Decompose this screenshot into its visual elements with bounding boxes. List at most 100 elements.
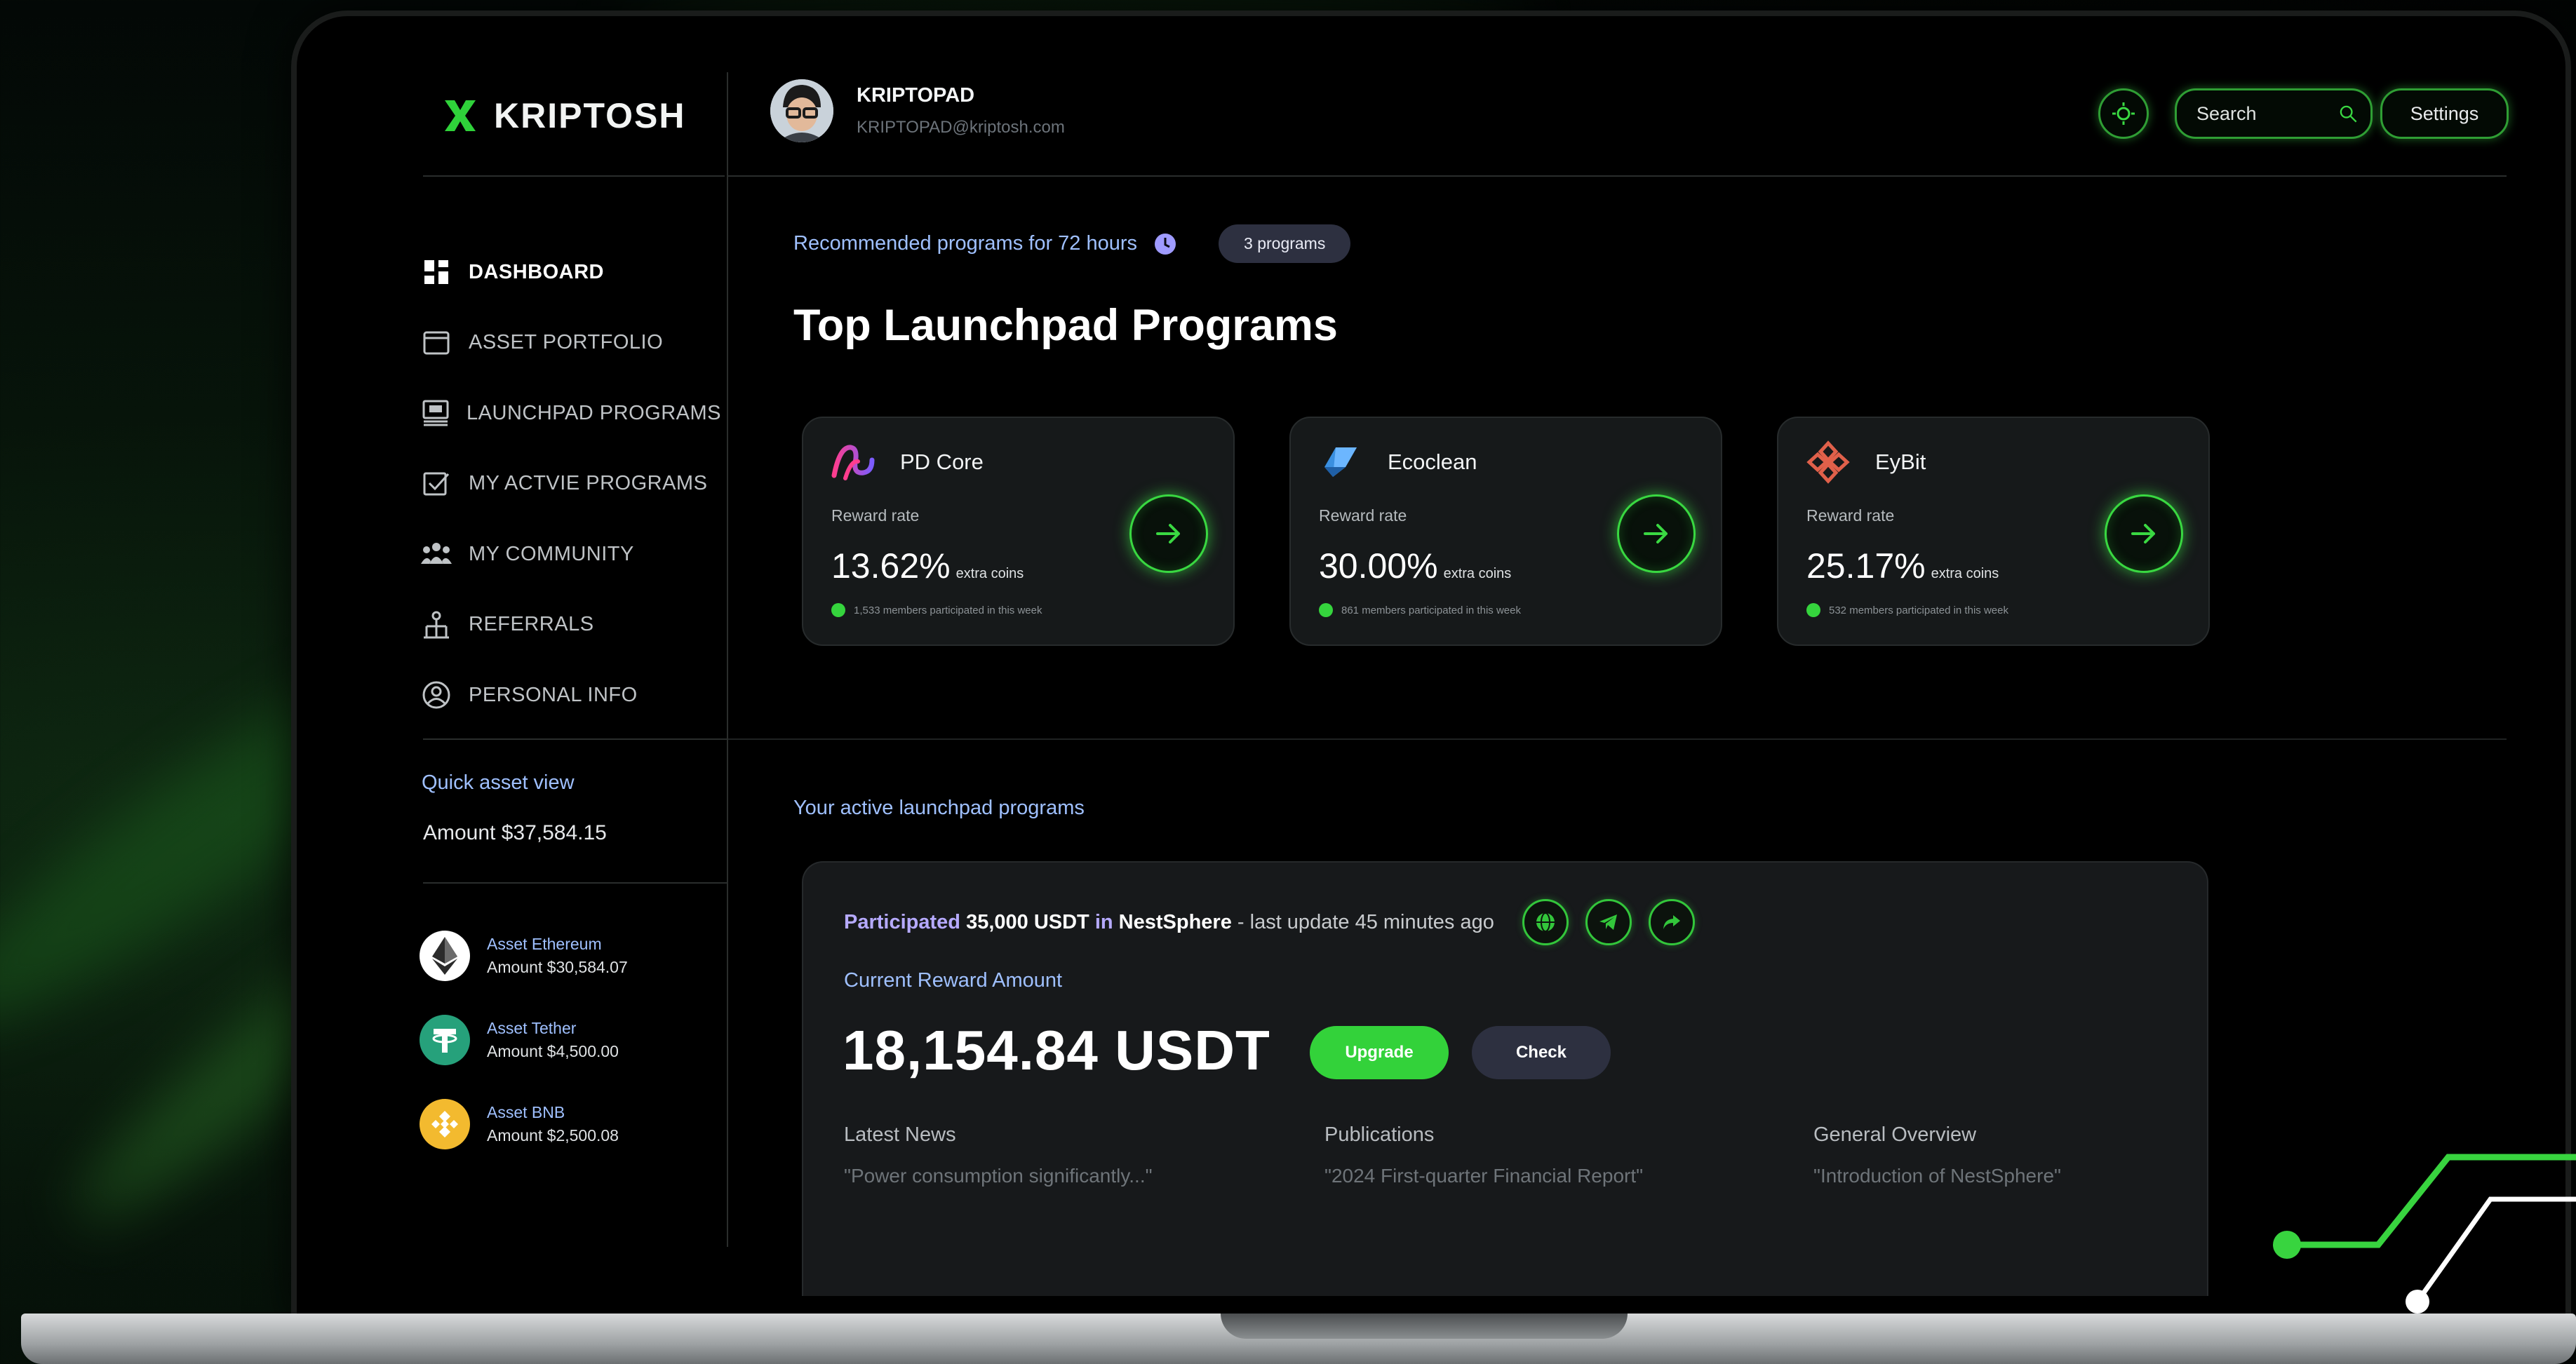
community-icon bbox=[421, 539, 452, 569]
sidebar-item-my-community[interactable]: MY COMMUNITY bbox=[420, 519, 721, 590]
laptop-frame: KRIPTOSH DASHBOARD ASSET PORTFOLIO LAUNC… bbox=[291, 11, 2571, 1322]
asset-name: Asset BNB bbox=[487, 1103, 565, 1121]
eybit-logo-icon bbox=[1806, 440, 1850, 484]
search-icon[interactable] bbox=[2338, 101, 2358, 126]
search-input[interactable] bbox=[2195, 102, 2338, 126]
reward-rate-value: 30.00% extra coins bbox=[1319, 546, 1512, 586]
arrow-right-icon bbox=[2131, 524, 2155, 543]
settings-button[interactable]: Settings bbox=[2380, 88, 2509, 139]
status-dot bbox=[831, 603, 845, 617]
asset-name: Asset Tether bbox=[487, 1019, 577, 1037]
members-note: 532 members participated in this week bbox=[1806, 603, 2008, 617]
user-name: KRIPTOPAD bbox=[857, 84, 975, 107]
check-button[interactable]: Check bbox=[1472, 1026, 1611, 1079]
brand-name: KRIPTOSH bbox=[494, 96, 686, 135]
sidebar-item-launchpad-programs[interactable]: LAUNCHPAD PROGRAMS bbox=[420, 378, 721, 449]
avatar[interactable] bbox=[770, 79, 833, 142]
sidebar-item-label: MY ACTVIE PROGRAMS bbox=[469, 472, 708, 495]
divider bbox=[423, 175, 725, 177]
asset-amount: Amount $4,500.00 bbox=[487, 1042, 619, 1060]
members-note: 1,533 members participated in this week bbox=[831, 603, 1042, 617]
section-divider bbox=[728, 738, 2507, 740]
asset-name: Asset Ethereum bbox=[487, 935, 602, 953]
publications-heading: Publications bbox=[1324, 1123, 1435, 1146]
clock-icon bbox=[1155, 233, 1176, 255]
sidebar-item-label: MY COMMUNITY bbox=[469, 542, 634, 565]
sun-icon bbox=[2112, 102, 2135, 125]
brand-logo[interactable]: KRIPTOSH bbox=[441, 95, 685, 136]
active-programs-title: Your active launchpad programs bbox=[793, 797, 1085, 819]
divider bbox=[423, 738, 727, 740]
sidebar-item-label: PERSONAL INFO bbox=[469, 683, 638, 706]
ethereum-icon bbox=[420, 931, 470, 981]
publications-column: Publications "2024 First-quarter Financi… bbox=[1324, 1123, 1643, 1187]
user-email: KRIPTOPAD@kriptosh.com bbox=[857, 118, 1065, 137]
user-icon bbox=[421, 680, 452, 710]
laptop-notch bbox=[1221, 1314, 1628, 1339]
app-screen: KRIPTOSH DASHBOARD ASSET PORTFOLIO LAUNC… bbox=[6, 6, 2576, 1317]
sidebar-item-referrals[interactable]: REFERRALS bbox=[420, 590, 721, 661]
header-divider bbox=[728, 175, 2507, 177]
asset-item-bnb[interactable]: Asset BNB Amount $2,500.08 bbox=[420, 1082, 628, 1166]
current-reward-amount: 18,154.84 USDT bbox=[843, 1019, 1270, 1081]
latest-news-column: Latest News "Power consumption significa… bbox=[844, 1123, 1153, 1187]
asset-amount: Amount $2,500.08 bbox=[487, 1126, 619, 1144]
latest-news-heading: Latest News bbox=[844, 1123, 956, 1146]
checkbox-icon bbox=[421, 468, 452, 499]
reward-rate-label: Reward rate bbox=[1806, 506, 1895, 525]
sidebar-divider bbox=[727, 72, 728, 1247]
publication-link[interactable]: "2024 First-quarter Financial Report" bbox=[1324, 1165, 1643, 1187]
quick-asset-amount: Amount $37,584.15 bbox=[423, 821, 607, 844]
sidebar-item-my-active-programs[interactable]: MY ACTVIE PROGRAMS bbox=[420, 449, 721, 520]
share-icon bbox=[1663, 915, 1680, 929]
portfolio-icon bbox=[421, 328, 452, 358]
sidebar-item-label: REFERRALS bbox=[469, 613, 594, 636]
latest-news-link[interactable]: "Power consumption significantly..." bbox=[844, 1165, 1153, 1187]
share-button[interactable] bbox=[1648, 899, 1695, 945]
program-cards: PD Core Reward rate 13.62% extra coins 1,… bbox=[802, 417, 2210, 646]
search-box[interactable] bbox=[2175, 88, 2373, 139]
asset-item-tether[interactable]: Asset Tether Amount $4,500.00 bbox=[420, 998, 628, 1082]
upgrade-button[interactable]: Upgrade bbox=[1310, 1026, 1449, 1079]
sidebar-item-asset-portfolio[interactable]: ASSET PORTFOLIO bbox=[420, 308, 721, 379]
recommended-text: Recommended programs for 72 hours bbox=[793, 232, 1138, 255]
sidebar-item-label: DASHBOARD bbox=[469, 260, 604, 283]
asset-list: Asset Ethereum Amount $30,584.07 Asset T… bbox=[420, 914, 628, 1166]
dashboard-icon bbox=[421, 257, 452, 288]
quick-asset-title[interactable]: Quick asset view bbox=[422, 771, 575, 795]
referrals-icon bbox=[421, 609, 452, 640]
current-reward-label: Current Reward Amount bbox=[844, 969, 1063, 992]
ecoclean-logo-icon bbox=[1324, 447, 1357, 477]
website-button[interactable] bbox=[1522, 899, 1569, 945]
reward-rate-label: Reward rate bbox=[1319, 506, 1407, 525]
telegram-icon bbox=[1599, 914, 1617, 930]
open-program-button[interactable] bbox=[2105, 494, 2183, 573]
open-program-button[interactable] bbox=[1129, 494, 1208, 573]
overview-column: General Overview "Introduction of NestSp… bbox=[1813, 1123, 2061, 1187]
asset-amount: Amount $30,584.07 bbox=[487, 958, 628, 976]
sidebar-item-label: LAUNCHPAD PROGRAMS bbox=[467, 401, 721, 424]
programs-count-badge[interactable]: 3 programs bbox=[1219, 224, 1351, 263]
active-program-card: Participated 35,000 USDT in NestSphere -… bbox=[802, 861, 2208, 1296]
sidebar-item-dashboard[interactable]: DASHBOARD bbox=[420, 237, 721, 308]
project-links bbox=[1522, 899, 1695, 945]
theme-toggle-button[interactable] bbox=[2098, 88, 2149, 139]
program-card-ecoclean[interactable]: Ecoclean Reward rate 30.00% extra coins 8… bbox=[1289, 417, 1722, 646]
program-card-eybit[interactable]: EyBit Reward rate 25.17% extra coins 532 … bbox=[1777, 417, 2210, 646]
status-dot bbox=[1319, 603, 1333, 617]
sidebar-item-personal-info[interactable]: PERSONAL INFO bbox=[420, 660, 721, 731]
launchpad-icon bbox=[421, 398, 450, 428]
participation-summary: Participated 35,000 USDT in NestSphere -… bbox=[844, 899, 1695, 945]
program-card-pd-core[interactable]: PD Core Reward rate 13.62% extra coins 1,… bbox=[802, 417, 1235, 646]
arrow-right-icon bbox=[1644, 524, 1668, 543]
members-note: 861 members participated in this week bbox=[1319, 603, 1521, 617]
telegram-button[interactable] bbox=[1585, 899, 1632, 945]
overview-link[interactable]: "Introduction of NestSphere" bbox=[1813, 1165, 2061, 1187]
bnb-icon bbox=[420, 1099, 470, 1149]
open-program-button[interactable] bbox=[1617, 494, 1696, 573]
sidebar-item-label: ASSET PORTFOLIO bbox=[469, 331, 664, 354]
program-name: Ecoclean bbox=[1388, 450, 1477, 474]
program-name: EyBit bbox=[1875, 450, 1926, 474]
reward-rate-label: Reward rate bbox=[831, 506, 920, 525]
asset-item-ethereum[interactable]: Asset Ethereum Amount $30,584.07 bbox=[420, 914, 628, 998]
